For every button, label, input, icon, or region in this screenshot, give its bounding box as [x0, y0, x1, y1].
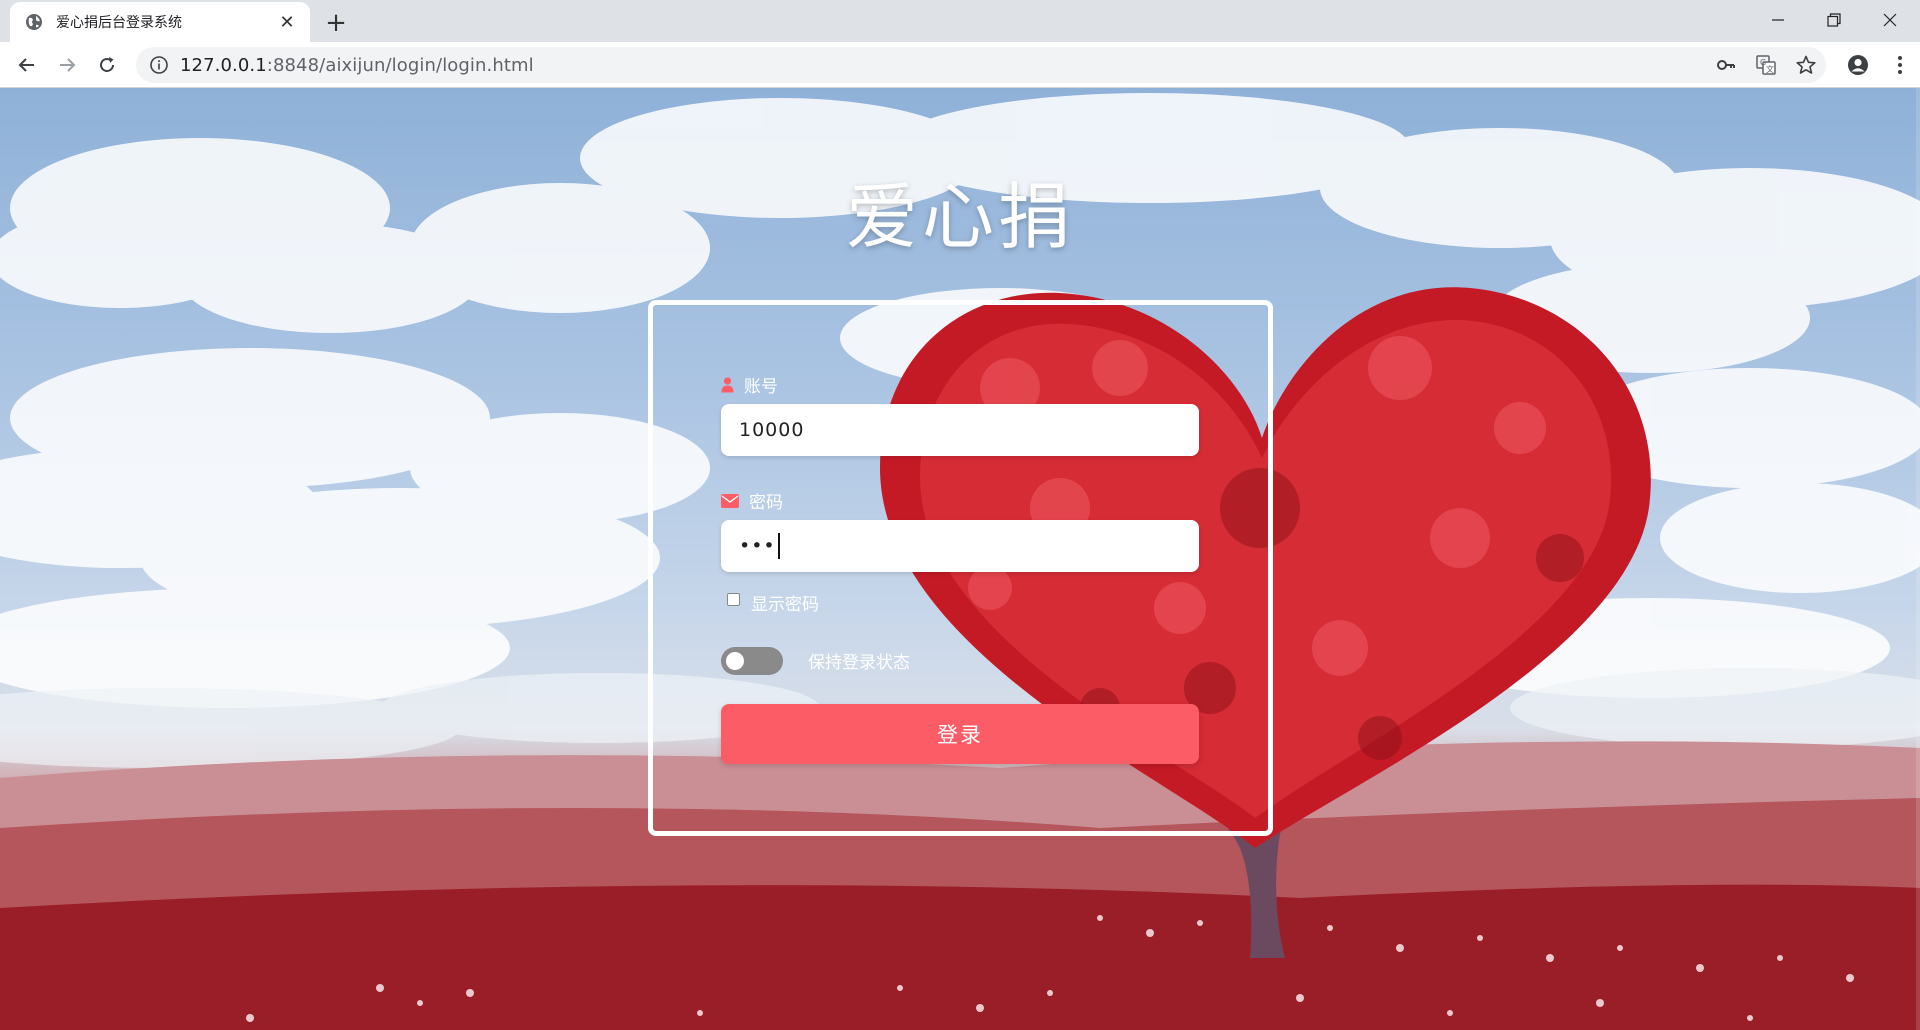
- browser-tab-active[interactable]: 爱心捐后台登录系统 ✕: [10, 2, 310, 42]
- url-path: :8848/aixijun/login/login.html: [266, 54, 534, 76]
- arrow-right-icon: [60, 58, 76, 72]
- svg-text:文: 文: [1766, 64, 1774, 74]
- remember-label: 保持登录状态: [808, 653, 910, 673]
- profile-icon[interactable]: [1836, 47, 1880, 83]
- key-icon[interactable]: [1706, 47, 1746, 83]
- account-input-value: 10000: [739, 419, 805, 441]
- menu-icon[interactable]: [1880, 47, 1920, 83]
- account-label: 账号: [721, 372, 778, 397]
- browser-tabbar: 爱心捐后台登录系统 ✕ +: [0, 0, 1920, 42]
- account-input[interactable]: 10000: [721, 404, 1199, 456]
- browser-toolbar: 127.0.0.1:8848/aixijun/login/login.html …: [0, 42, 1920, 88]
- login-button[interactable]: 登录: [721, 704, 1199, 764]
- star-icon[interactable]: [1786, 47, 1826, 83]
- account-label-text: 账号: [744, 377, 778, 397]
- new-tab-button[interactable]: +: [322, 8, 350, 38]
- password-label: 密码: [721, 488, 783, 513]
- password-label-text: 密码: [749, 493, 783, 513]
- reload-icon: [100, 57, 114, 72]
- password-input[interactable]: •••: [721, 520, 1199, 572]
- password-input-value: •••: [739, 535, 776, 557]
- omnibox-actions: G文: [1706, 47, 1826, 83]
- back-button[interactable]: [10, 48, 44, 82]
- text-caret: [777, 533, 780, 559]
- restore-icon[interactable]: [1806, 0, 1862, 40]
- show-password-label: 显示密码: [751, 595, 819, 615]
- globe-icon: [26, 14, 42, 30]
- reload-button[interactable]: [90, 48, 124, 82]
- user-icon: [721, 376, 734, 392]
- arrow-left-icon: [18, 58, 34, 72]
- toolbar-right: [1836, 48, 1920, 82]
- toggle-knob: [726, 652, 744, 670]
- forward-button[interactable]: [50, 48, 84, 82]
- address-bar[interactable]: 127.0.0.1:8848/aixijun/login/login.html …: [136, 47, 1826, 83]
- envelope-icon: [721, 493, 739, 508]
- show-password-checkbox[interactable]: [727, 593, 740, 606]
- remember-toggle[interactable]: [721, 647, 783, 675]
- minimize-icon[interactable]: [1750, 0, 1806, 40]
- tab-title: 爱心捐后台登录系统: [56, 15, 182, 31]
- page-title: 爱心捐: [845, 175, 1074, 259]
- url-host: 127.0.0.1: [180, 54, 267, 76]
- info-icon[interactable]: [148, 54, 170, 76]
- tab-close-icon[interactable]: ✕: [276, 11, 298, 33]
- page-scrollbar[interactable]: [1916, 88, 1920, 1030]
- url-text: 127.0.0.1:8848/aixijun/login/login.html: [180, 55, 534, 76]
- window-close-icon[interactable]: [1862, 0, 1918, 40]
- page-viewport: 爱心捐 账号 10000 密码 ••• 显示密码 保持登录状态 登录: [0, 88, 1920, 1030]
- translate-icon[interactable]: G文: [1746, 47, 1786, 83]
